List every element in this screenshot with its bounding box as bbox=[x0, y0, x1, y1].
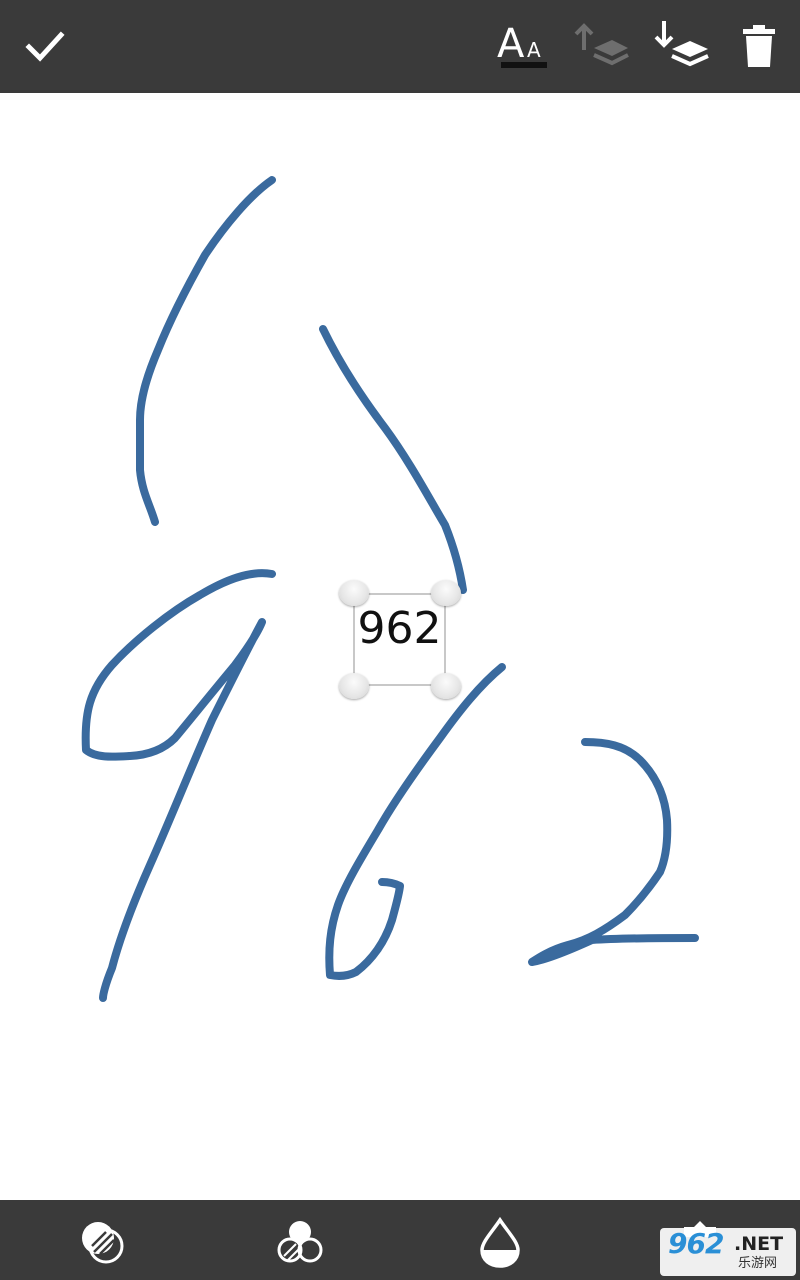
svg-text:A: A bbox=[497, 21, 525, 67]
text-box-content: 962 bbox=[357, 603, 442, 654]
done-button[interactable] bbox=[16, 18, 74, 74]
opacity-drop-icon bbox=[480, 1216, 520, 1268]
trash-icon bbox=[743, 25, 775, 67]
resize-handle-top-right[interactable] bbox=[431, 580, 461, 606]
text-style-button[interactable]: A A bbox=[490, 16, 552, 72]
bring-forward-button[interactable] bbox=[568, 18, 632, 74]
svg-text:A: A bbox=[527, 38, 541, 62]
ink-stroke-digit-9 bbox=[81, 569, 276, 1002]
layer-up-icon bbox=[574, 23, 629, 66]
opacity-button[interactable] bbox=[470, 1212, 530, 1272]
check-icon bbox=[25, 31, 65, 62]
watermark-sub-text: 乐游网 bbox=[738, 1256, 778, 1271]
blend-mode-button[interactable] bbox=[72, 1212, 132, 1272]
resize-handle-top-left[interactable] bbox=[339, 580, 369, 606]
text-size-icon: A A bbox=[497, 21, 547, 68]
color-mix-button[interactable] bbox=[270, 1212, 330, 1272]
watermark-suffix-text: .NET bbox=[734, 1233, 784, 1255]
watermark-main-text: 962 bbox=[668, 1228, 724, 1260]
resize-handle-bottom-left[interactable] bbox=[339, 673, 369, 699]
top-toolbar: A A bbox=[0, 0, 800, 93]
ink-stroke-left-curve bbox=[136, 176, 276, 526]
ink-stroke-right-curve bbox=[319, 325, 467, 594]
app-window: A A 962 962 .NET 乐游网 bbox=[0, 0, 800, 1280]
blend-mode-icon bbox=[82, 1222, 124, 1264]
layer-down-icon bbox=[654, 21, 709, 67]
ink-stroke-digit-2 bbox=[528, 738, 699, 966]
text-box[interactable]: 962 bbox=[353, 593, 446, 686]
color-mix-icon bbox=[277, 1221, 323, 1263]
watermark-logo: 962 .NET 乐游网 bbox=[660, 1228, 796, 1276]
send-backward-button[interactable] bbox=[648, 16, 712, 72]
delete-button[interactable] bbox=[730, 18, 788, 74]
ink-stroke-digit-6 bbox=[325, 663, 506, 980]
resize-handle-bottom-right[interactable] bbox=[431, 673, 461, 699]
